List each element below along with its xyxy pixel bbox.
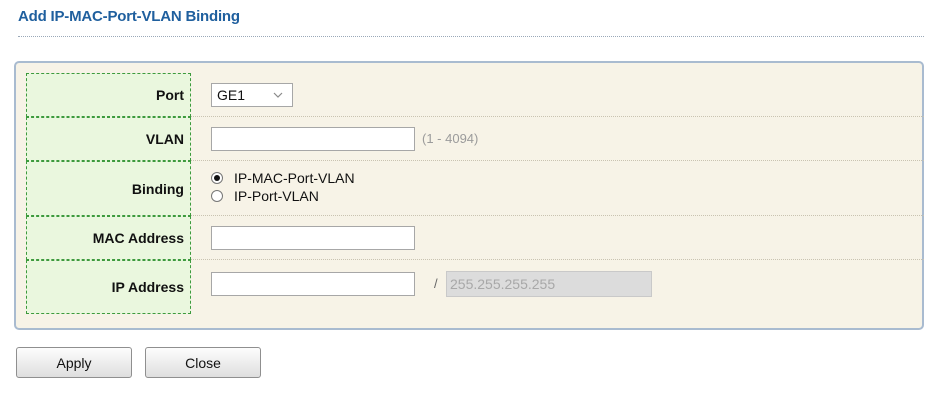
close-button[interactable]: Close — [145, 347, 261, 378]
form-row-port: Port GE1 — [26, 73, 924, 117]
port-select-value: GE1 — [217, 87, 246, 103]
port-label: Port — [26, 73, 191, 117]
form-row-mac: MAC Address — [26, 216, 924, 260]
mac-label: MAC Address — [26, 216, 191, 260]
binding-form-panel: Port GE1 VLAN (1 - 4094) Binding IP-MAC-… — [14, 61, 924, 330]
title-divider — [18, 36, 924, 37]
binding-option-label: IP-MAC-Port-VLAN — [234, 170, 355, 186]
mac-address-input[interactable] — [211, 226, 415, 250]
form-row-binding: Binding IP-MAC-Port-VLAN IP-Port-VLAN — [26, 161, 924, 216]
form-row-vlan: VLAN (1 - 4094) — [26, 117, 924, 161]
binding-option-ip-port-vlan[interactable]: IP-Port-VLAN — [211, 188, 319, 204]
binding-option-label: IP-Port-VLAN — [234, 188, 319, 204]
ip-mask-separator: / — [434, 276, 438, 291]
port-select[interactable]: GE1 — [211, 83, 293, 107]
vlan-range-hint: (1 - 4094) — [422, 131, 479, 146]
vlan-input[interactable] — [211, 127, 415, 151]
chevron-down-icon — [273, 92, 283, 98]
ip-label: IP Address — [26, 260, 191, 314]
subnet-mask-field: 255.255.255.255 — [446, 271, 652, 297]
form-row-ip: IP Address / 255.255.255.255 — [26, 260, 924, 314]
binding-label: Binding — [26, 161, 191, 216]
subnet-mask-value: 255.255.255.255 — [450, 276, 556, 292]
page-title: Add IP-MAC-Port-VLAN Binding — [18, 8, 240, 25]
radio-unchecked-icon[interactable] — [211, 190, 223, 202]
vlan-label: VLAN — [26, 117, 191, 161]
ip-address-input[interactable] — [211, 272, 415, 296]
apply-button[interactable]: Apply — [16, 347, 132, 378]
binding-option-ip-mac-port-vlan[interactable]: IP-MAC-Port-VLAN — [211, 170, 355, 186]
radio-checked-icon[interactable] — [211, 172, 223, 184]
